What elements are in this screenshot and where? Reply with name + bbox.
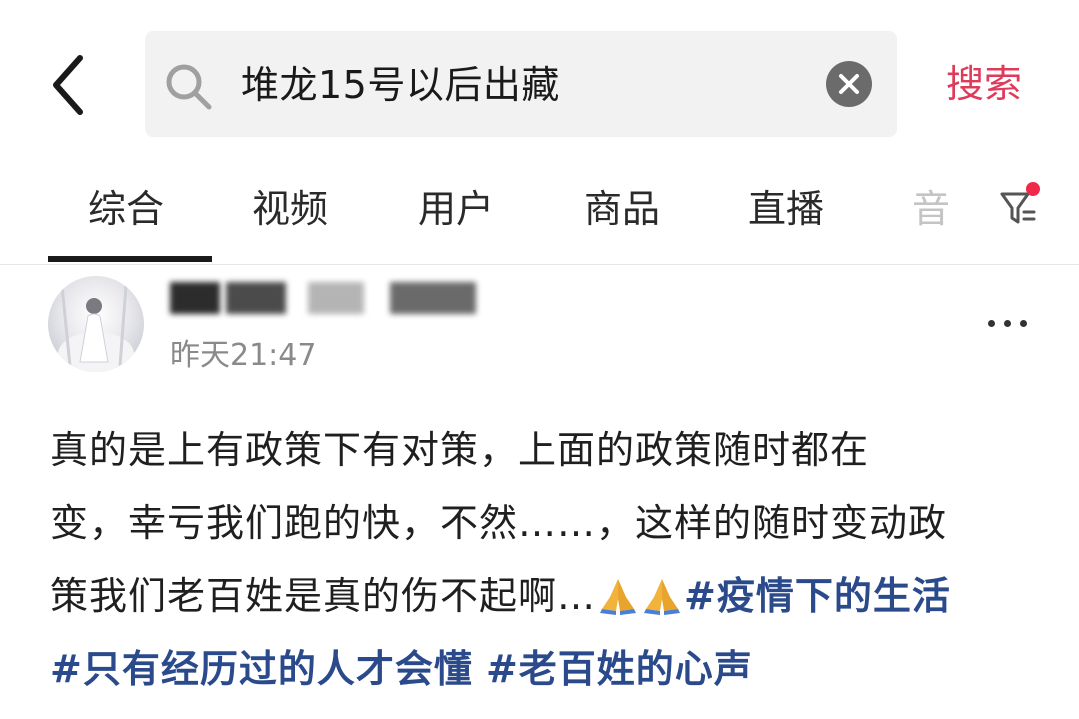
hashtag-link[interactable]: #只有经历过的人才会懂 <box>50 647 473 691</box>
tab-video[interactable]: 视频 <box>252 186 328 232</box>
back-button[interactable] <box>44 50 96 120</box>
more-options-button[interactable] <box>984 310 1030 338</box>
tab-comprehensive[interactable]: 综合 <box>88 186 164 232</box>
tab-products[interactable]: 商品 <box>584 186 660 232</box>
clear-search-button[interactable] <box>826 61 872 107</box>
search-icon <box>166 64 212 110</box>
post-text-segment: 策我们老百姓是真的伤不起啊… <box>50 574 597 618</box>
filter-icon <box>1000 182 1040 224</box>
tab-live[interactable]: 直播 <box>748 186 824 232</box>
more-dot-icon <box>1020 320 1027 327</box>
folded-hands-icon <box>644 579 681 615</box>
filter-button[interactable] <box>996 182 1044 230</box>
post-content: 真的是上有政策下有对策，上面的政策随时都在 变，幸亏我们跑的快，不然……，这样的… <box>50 414 1040 706</box>
post-timestamp: 昨天21:47 <box>170 338 317 373</box>
notification-dot <box>1026 182 1040 196</box>
hashtag-link[interactable]: #疫情下的生活 <box>684 574 951 618</box>
hashtag-link[interactable]: #老百姓的心声 <box>486 647 753 691</box>
post-text-line-3: 策我们老百姓是真的伤不起啊… #疫情下的生活 <box>50 560 1040 633</box>
avatar[interactable] <box>48 276 144 372</box>
chevron-left-icon <box>53 55 83 115</box>
post-text-line: 真的是上有政策下有对策，上面的政策随时都在 <box>50 428 870 472</box>
avatar-image-icon <box>58 285 134 372</box>
search-input[interactable]: 堆龙15号以后出藏 <box>241 59 560 111</box>
folded-hands-icon <box>600 579 637 615</box>
active-tab-indicator <box>48 256 212 262</box>
tab-music[interactable]: 音 <box>912 186 950 232</box>
header-divider <box>0 264 1079 265</box>
tab-users[interactable]: 用户 <box>418 186 494 232</box>
post-hashtag-line: #只有经历过的人才会懂 #老百姓的心声 <box>50 633 1040 706</box>
post-text-line: 变，幸亏我们跑的快，不然……，这样的随时变动政 <box>50 501 948 545</box>
username-blurred[interactable] <box>170 278 480 320</box>
close-icon <box>839 74 859 94</box>
search-button[interactable]: 搜索 <box>946 58 1022 110</box>
search-bar[interactable]: 堆龙15号以后出藏 <box>145 31 897 137</box>
more-dot-icon <box>1004 320 1011 327</box>
more-dot-icon <box>988 320 995 327</box>
